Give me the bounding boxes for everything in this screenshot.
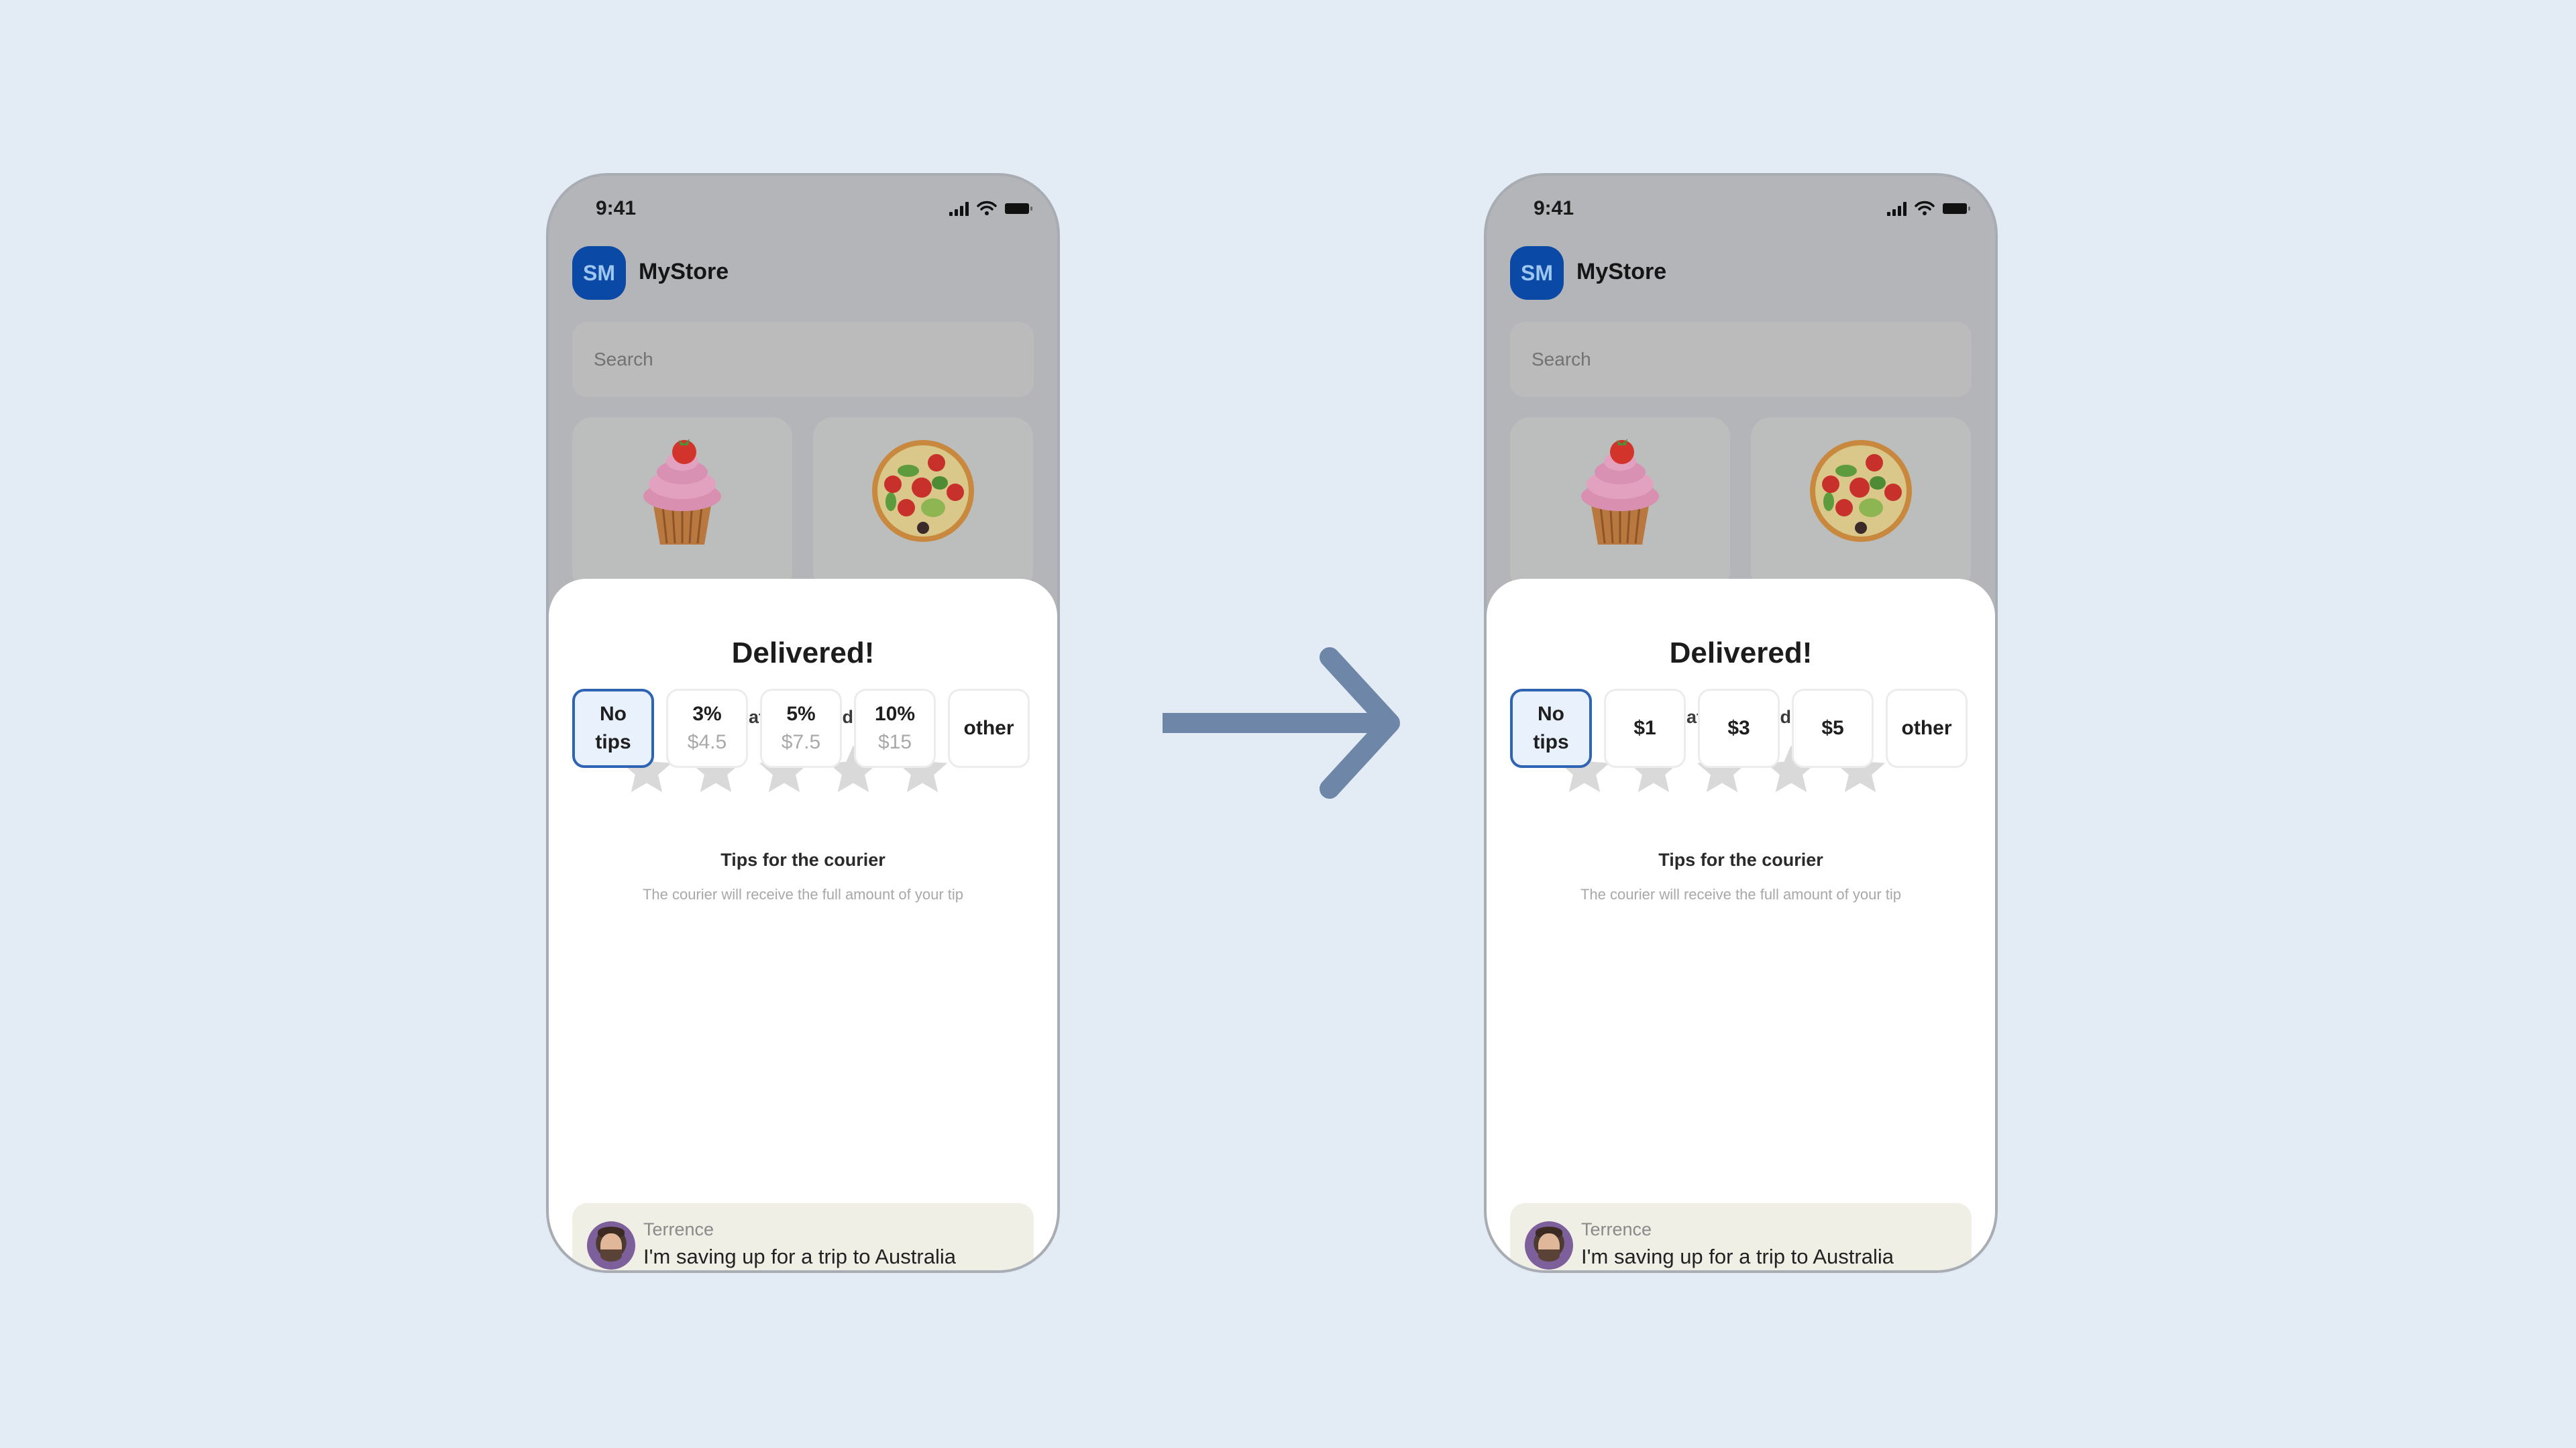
tip-option[interactable]: 5% $7.5: [760, 689, 842, 768]
tips-subtitle: The courier will receive the full amount…: [642, 886, 964, 903]
tips-label: Tips for the courier: [1658, 850, 1823, 870]
tip-option-label: 10%: [874, 703, 916, 725]
phone-screen-after: 9:41 SM MyStore Search Delivered! Rate o…: [1487, 176, 1995, 1270]
product-card-pizza[interactable]: [1751, 417, 1971, 592]
courier-avatar: [587, 1221, 635, 1270]
tip-option-label: other: [1901, 717, 1952, 739]
product-card-cupcake[interactable]: [572, 417, 792, 592]
tip-option[interactable]: other: [948, 689, 1030, 768]
tip-option[interactable]: $5: [1792, 689, 1874, 768]
store-logo-badge[interactable]: SM: [572, 246, 626, 300]
tip-option-label: $3: [1727, 717, 1750, 739]
store-name: MyStore: [1576, 259, 1667, 284]
tip-option-amount: $15: [877, 731, 912, 753]
courier-name: Terrence: [643, 1219, 714, 1239]
tip-option-label-line2: tips: [1533, 731, 1569, 753]
store-logo-badge[interactable]: SM: [1510, 246, 1564, 300]
tip-option[interactable]: $1: [1604, 689, 1686, 768]
tip-option[interactable]: 3% $4.5: [666, 689, 748, 768]
status-time: 9:41: [596, 197, 637, 219]
delivery-sheet: Delivered! Rate your order Tips for the …: [549, 579, 1057, 1270]
courier-message: Terrence I'm saving up for a trip to Aus…: [1510, 1203, 1972, 1270]
courier-name: Terrence: [1581, 1219, 1652, 1239]
tip-option[interactable]: No tips: [1510, 689, 1592, 768]
wifi-icon: [977, 201, 997, 215]
sheet-title: Delivered!: [1669, 636, 1813, 669]
battery-icon: [1005, 203, 1032, 214]
courier-avatar: [1525, 1221, 1573, 1270]
courier-message: Terrence I'm saving up for a trip to Aus…: [572, 1203, 1034, 1270]
status-icons: [1887, 200, 1970, 216]
pizza-image: [872, 440, 974, 542]
tip-option-amount: $7.5: [781, 731, 821, 753]
battery-icon: [1943, 203, 1970, 214]
search-input[interactable]: [1510, 322, 1972, 397]
tip-option-label: other: [963, 717, 1014, 739]
tip-option[interactable]: other: [1886, 689, 1968, 768]
signal-icon: [1887, 201, 1907, 216]
search-input[interactable]: [572, 322, 1034, 397]
arrow-right-icon: [1163, 647, 1400, 799]
tip-option-label: No: [600, 703, 627, 725]
tip-option-amount: $4.5: [687, 731, 727, 753]
cupcake-image: [643, 439, 721, 545]
tip-option-label: No: [1538, 703, 1564, 725]
courier-message-text: I'm saving up for a trip to Australia: [643, 1245, 956, 1268]
tip-option[interactable]: No tips: [572, 689, 654, 768]
wifi-icon: [1915, 201, 1935, 215]
tip-option-label: 5%: [786, 703, 816, 725]
status-time: 9:41: [1534, 197, 1574, 219]
tip-option[interactable]: $3: [1698, 689, 1780, 768]
delivery-sheet: Delivered! Rate your order Tips for the …: [1487, 579, 1995, 1270]
phone-screen-before: 9:41 SM MyStore Search Delivered! Rate o…: [549, 176, 1057, 1270]
sheet-title: Delivered!: [731, 636, 875, 669]
tip-option-label: 3%: [692, 703, 722, 725]
product-card-cupcake[interactable]: [1510, 417, 1730, 592]
tip-option-label: $1: [1633, 717, 1656, 739]
store-name: MyStore: [639, 259, 729, 284]
status-icons: [949, 200, 1032, 216]
tips-label: Tips for the courier: [720, 850, 885, 870]
courier-message-text: I'm saving up for a trip to Australia: [1581, 1245, 1894, 1268]
product-card-pizza[interactable]: [813, 417, 1033, 592]
tip-option-label-line2: tips: [595, 731, 631, 753]
signal-icon: [949, 201, 969, 216]
cupcake-image: [1581, 439, 1659, 545]
tips-subtitle: The courier will receive the full amount…: [1580, 886, 1902, 903]
tip-option[interactable]: 10% $15: [854, 689, 936, 768]
pizza-image: [1810, 440, 1912, 542]
tip-option-label: $5: [1821, 717, 1844, 739]
